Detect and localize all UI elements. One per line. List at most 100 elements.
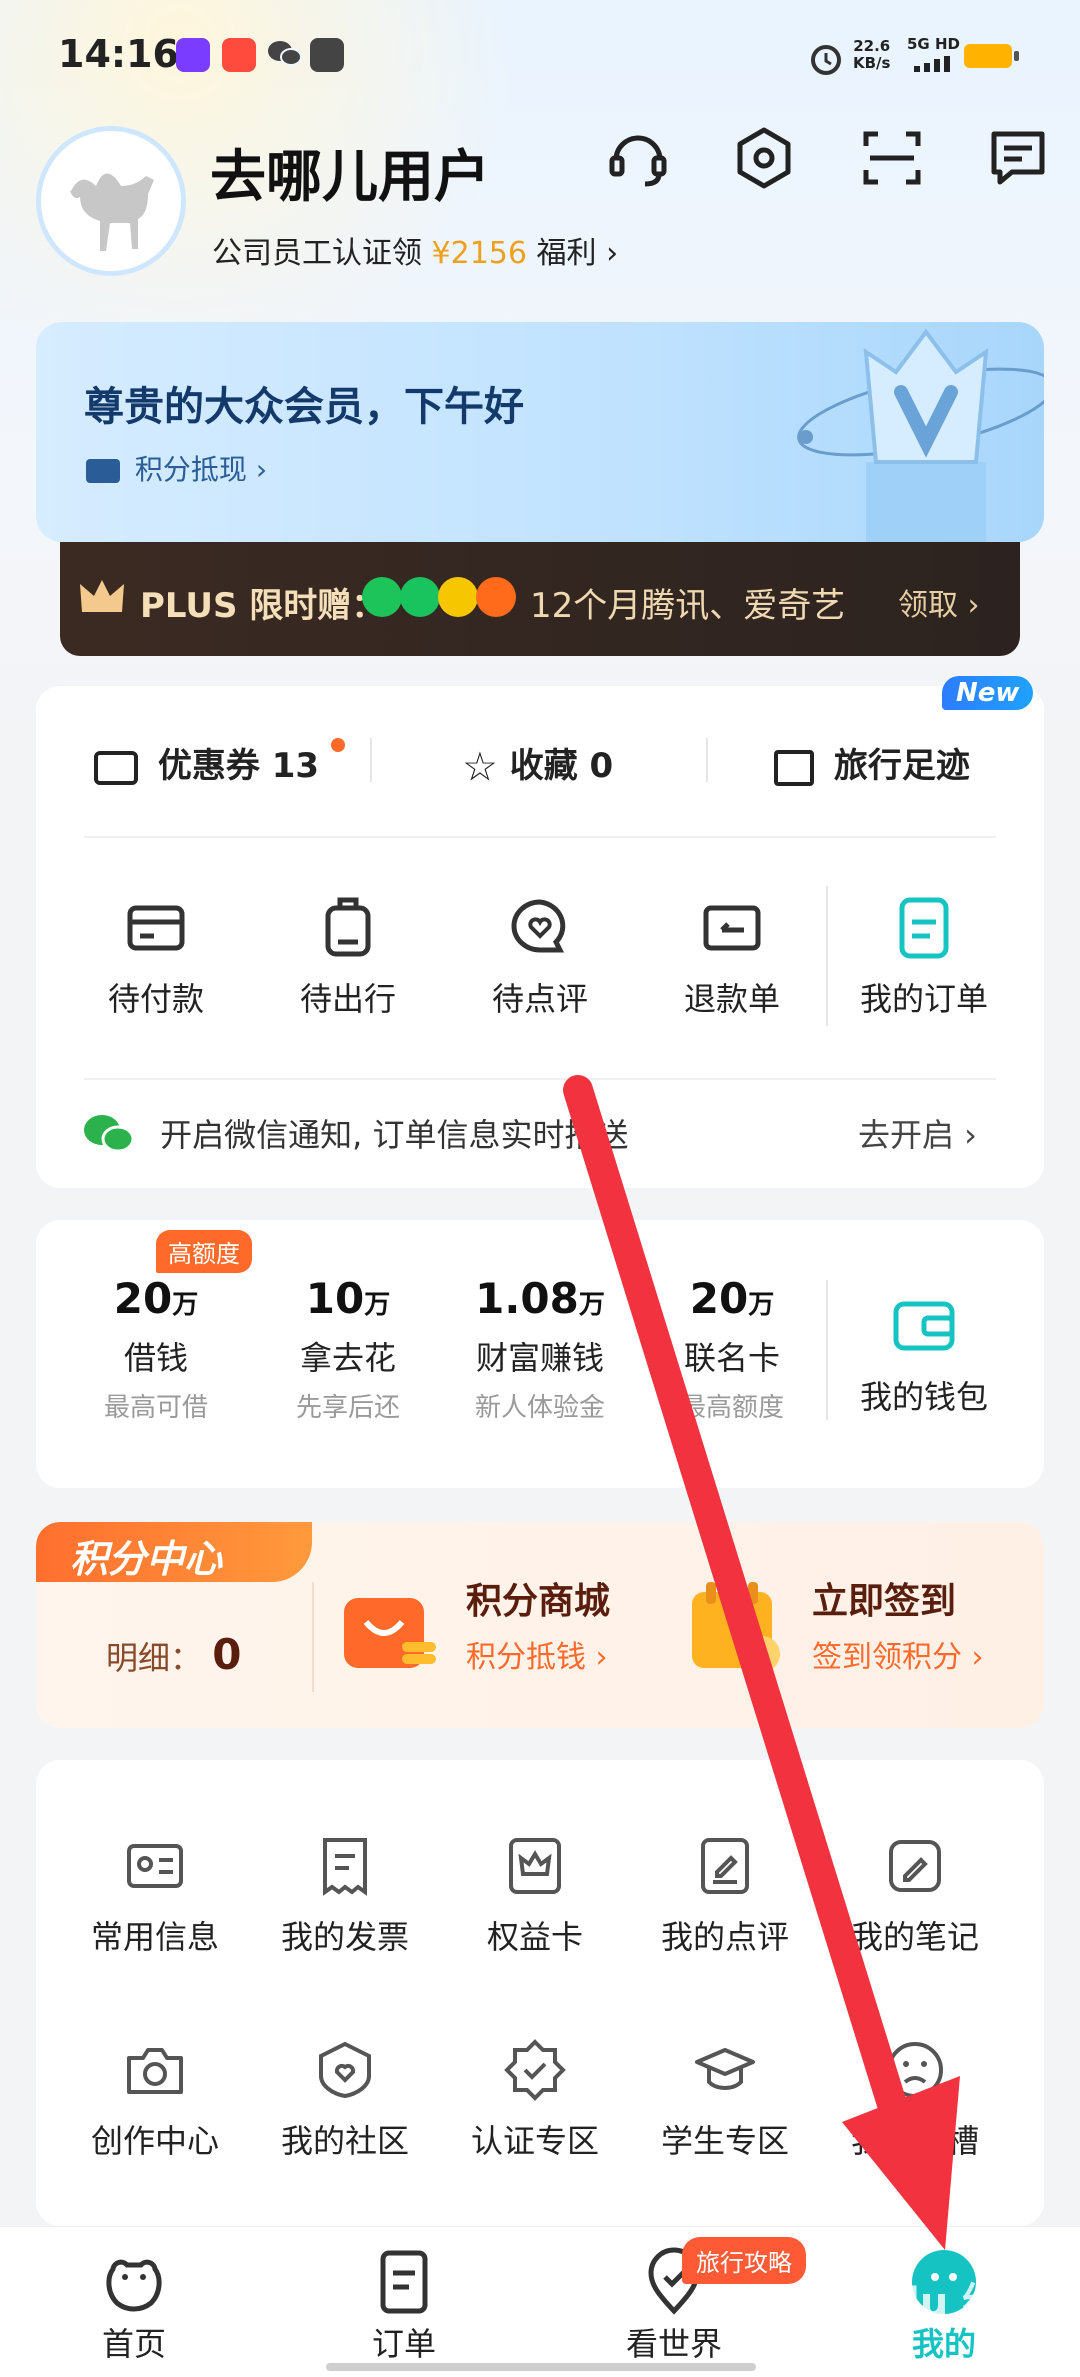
divider (312, 1582, 314, 1692)
my-wallet[interactable]: 我的钱包 (834, 1294, 1014, 1418)
watermark: Baidu 经验 (820, 2280, 1043, 2326)
partner-logos-icon (360, 572, 530, 622)
id-card-icon (123, 1834, 187, 1898)
service-my-community[interactable]: 我的社区 (250, 2038, 440, 2162)
plus-claim-button[interactable]: 领取 › (898, 580, 980, 624)
favorites-tab[interactable]: ☆ 收藏 0 (462, 738, 613, 791)
home-indicator (326, 2363, 756, 2371)
wechat-icon (82, 1113, 135, 1161)
points-detail[interactable]: 明细： 0 (106, 1630, 241, 1679)
orders-card: New 优惠券 13 ☆ 收藏 0 旅行足迹 待付款 待出行 待点评 退款单 我… (36, 676, 1044, 1188)
edit-doc-icon (693, 1834, 757, 1898)
customer-service-icon[interactable] (602, 122, 674, 194)
service-my-notes[interactable]: 我的笔记 (820, 1834, 1010, 1958)
graduation-icon (693, 2038, 757, 2102)
map-icon (774, 749, 814, 786)
wallet-item-wealth[interactable]: 1.08万 财富赚钱 新人体验金 (450, 1274, 630, 1424)
luggage-icon (316, 896, 380, 960)
plus-promo-banner[interactable]: PLUS 限时赠： 12个月腾讯、爱奇艺 领取 › (60, 542, 1020, 656)
member-greeting: 尊贵的大众会员，下午好 (84, 384, 524, 430)
service-student-zone[interactable]: 学生专区 (630, 2038, 820, 2162)
benefit-amount: ¥2156 (431, 236, 527, 271)
service-invoices[interactable]: 我的发票 (250, 1834, 440, 1958)
points-center-card: 积分中心 明细： 0 积分商城 积分抵钱 › 立即签到 签到领积分 › (36, 1522, 1044, 1728)
service-my-reviews[interactable]: 我的点评 (630, 1834, 820, 1958)
star-icon: ☆ (462, 744, 498, 791)
tab-orders[interactable]: 订单 (314, 2247, 494, 2365)
order-refunds[interactable]: 退款单 (642, 896, 822, 1020)
camel-icon (70, 173, 154, 251)
camera-icon (123, 2038, 187, 2102)
tab-home[interactable]: 首页 (44, 2247, 224, 2365)
order-list-icon (369, 2247, 439, 2317)
benefit-prefix: 公司员工认证领 (212, 236, 422, 271)
travel-guide-badge: 旅行攻略 (682, 2237, 806, 2284)
chevron-right-icon: › (255, 453, 268, 486)
plus-title: PLUS 限时赠： (140, 586, 386, 626)
benefit-suffix: 福利 (536, 236, 597, 271)
status-time: 14:16 (58, 32, 179, 76)
service-certification[interactable]: 认证专区 (440, 2038, 630, 2162)
settings-icon[interactable] (728, 122, 800, 194)
plus-description: 12个月腾讯、爱奇艺 (530, 586, 846, 626)
card-icon (124, 896, 188, 960)
service-feedback[interactable]: 我要吐槽 (820, 2038, 1010, 2162)
new-badge: New (942, 676, 1034, 710)
calendar-sign-icon (682, 1562, 792, 1682)
points-center-header: 积分中心 (36, 1522, 312, 1582)
divider (826, 1280, 828, 1420)
shopping-bag-icon (336, 1562, 446, 1682)
points-cashback-link[interactable]: 积分抵现 › (86, 448, 267, 488)
order-doc-icon (892, 896, 956, 960)
app-notification-icon (310, 38, 344, 72)
app-notification-icon (176, 38, 210, 72)
enable-wechat-notice-button[interactable]: 去开启 › (858, 1110, 977, 1156)
camel-home-icon (99, 2247, 169, 2317)
wallet-item-naquhua[interactable]: 10万 拿去花 先享后还 (258, 1274, 438, 1424)
sad-face-icon (883, 2038, 947, 2102)
wallet-item-cobrand-card[interactable]: 20万 联名卡 最高额度 (642, 1274, 822, 1424)
signal-icon (910, 56, 956, 72)
wechat-notification-icon (266, 38, 302, 68)
community-icon (313, 2038, 377, 2102)
wallet-icon (892, 1294, 956, 1358)
refund-icon (700, 896, 764, 960)
app-notification-icon (222, 38, 256, 72)
wallet-item-loan[interactable]: 20万 借钱 最高可借 (66, 1274, 246, 1424)
pencil-icon (883, 1834, 947, 1898)
order-pending-payment[interactable]: 待付款 (66, 896, 246, 1020)
ticket-icon (86, 459, 120, 483)
review-icon (508, 896, 572, 960)
divider (706, 738, 708, 782)
my-orders[interactable]: 我的订单 (834, 896, 1014, 1020)
employee-benefit-link[interactable]: 公司员工认证领 ¥2156 福利 › (212, 228, 618, 272)
service-common-info[interactable]: 常用信息 (60, 1834, 250, 1958)
divider (826, 886, 828, 1026)
high-limit-tag: 高额度 (156, 1230, 252, 1273)
travel-footprint-tab[interactable]: 旅行足迹 (774, 738, 970, 787)
daily-sign-in[interactable]: 立即签到 签到领积分 › (812, 1572, 984, 1676)
member-card[interactable]: 尊贵的大众会员，下午好 积分抵现 › (36, 322, 1044, 542)
alarm-icon (808, 40, 844, 76)
badge-check-icon (503, 2038, 567, 2102)
red-dot-badge (330, 738, 345, 752)
divider (84, 836, 996, 838)
invoice-icon (313, 1834, 377, 1898)
status-bar: 14:16 22.6 KB/s 5G HD (0, 0, 1080, 110)
order-pending-review[interactable]: 待点评 (450, 896, 630, 1020)
crown-icon (78, 576, 126, 616)
wallet-card: 高额度 20万 借钱 最高可借 10万 拿去花 先享后还 1.08万 财富赚钱 … (36, 1220, 1044, 1488)
points-mall[interactable]: 积分商城 积分抵钱 › (466, 1572, 610, 1676)
wechat-notice[interactable]: 开启微信通知, 订单信息实时推送 (82, 1110, 629, 1161)
coupons-tab[interactable]: 优惠券 13 (94, 738, 345, 787)
order-pending-travel[interactable]: 待出行 (258, 896, 438, 1020)
divider (84, 1078, 996, 1080)
network-type: 5G HD (907, 35, 960, 53)
username[interactable]: 去哪儿用户 (210, 132, 490, 213)
scan-icon[interactable] (856, 122, 928, 194)
message-icon[interactable] (982, 122, 1054, 194)
vip-crown-emblem-icon (756, 322, 1044, 542)
avatar[interactable] (36, 126, 186, 276)
service-creator-center[interactable]: 创作中心 (60, 2038, 250, 2162)
service-benefit-card[interactable]: 权益卡 (440, 1834, 630, 1958)
